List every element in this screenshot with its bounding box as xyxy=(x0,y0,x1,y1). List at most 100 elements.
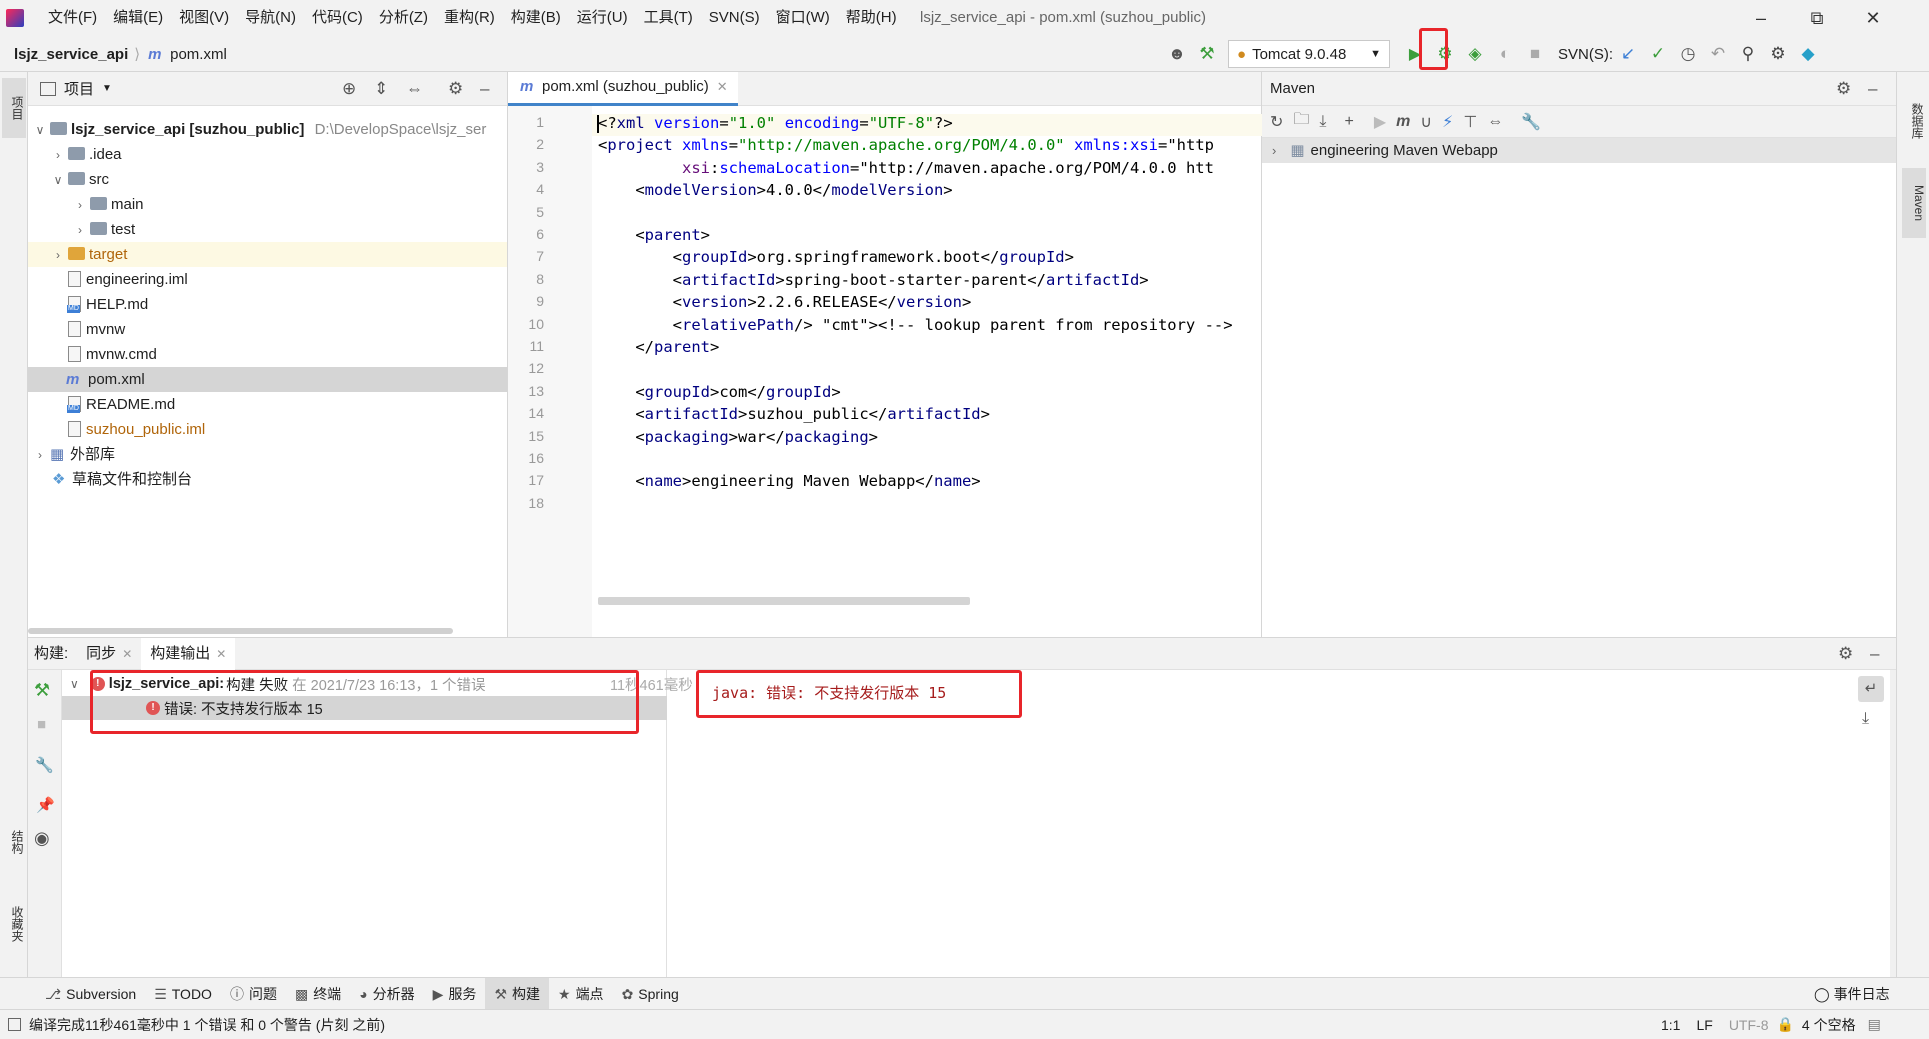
add-icon[interactable]: + xyxy=(1345,113,1354,131)
tree-item-src[interactable]: ∨ src xyxy=(28,167,507,192)
run-icon[interactable]: ▶ xyxy=(1374,112,1386,132)
structure-tool-tab[interactable]: 结构 xyxy=(2,822,26,862)
menu-item[interactable]: 编辑(E) xyxy=(105,0,171,36)
gear-icon[interactable]: ⚙ xyxy=(448,79,463,99)
rebuild-icon[interactable]: ⚒ xyxy=(34,680,50,701)
lock-icon[interactable]: 🔒 xyxy=(1776,1016,1793,1033)
run-button[interactable]: ▶ xyxy=(1400,39,1430,69)
tree-item-scratches[interactable]: ❖ 草稿文件和控制台 xyxy=(28,467,507,492)
chevron-right-icon[interactable]: › xyxy=(72,218,88,243)
tool-window-services[interactable]: ▶ 服务 xyxy=(424,978,486,1010)
revert-icon[interactable]: ↶ xyxy=(1703,39,1733,69)
search-icon[interactable]: ⚲ xyxy=(1733,39,1763,69)
tree-item-pom-xml[interactable]: m pom.xml xyxy=(28,367,507,392)
plugin-icon[interactable]: ◆ xyxy=(1793,39,1823,69)
pin-icon[interactable]: 📌 xyxy=(36,796,55,814)
chevron-right-icon[interactable]: › xyxy=(72,193,88,218)
menu-item[interactable]: 文件(F) xyxy=(40,0,105,36)
menu-item[interactable]: 视图(V) xyxy=(171,0,237,36)
tree-item-idea[interactable]: › .idea xyxy=(28,142,507,167)
tree-item-help-md[interactable]: HELP.md xyxy=(28,292,507,317)
wrench-icon[interactable]: 🔧 xyxy=(1521,112,1541,132)
restore-button[interactable]: ⧉ xyxy=(1789,0,1845,36)
build-hammer-icon[interactable]: ⚒ xyxy=(1192,39,1222,69)
debug-icon[interactable]: ⚙ xyxy=(1430,39,1460,69)
tree-item-root[interactable]: ∨ lsjz_service_api [suzhou_public] D:\Dev… xyxy=(28,117,507,142)
chevron-down-icon[interactable]: ▼ xyxy=(102,83,112,94)
chevron-down-icon[interactable]: ∨ xyxy=(50,168,66,193)
minimize-button[interactable]: – xyxy=(1733,0,1789,36)
menu-item[interactable]: 代码(C) xyxy=(304,0,371,36)
tree-item-external-libraries[interactable]: › ▦ 外部库 xyxy=(28,442,507,467)
tool-window-endpoints[interactable]: ★ 端点 xyxy=(549,978,613,1010)
toggle-offline-icon[interactable]: ∪ xyxy=(1420,112,1432,132)
menu-item[interactable]: 工具(T) xyxy=(636,0,701,36)
settings-icon[interactable]: ⚙ xyxy=(1763,39,1793,69)
close-icon[interactable]: ✕ xyxy=(717,70,728,104)
tool-window-problems[interactable]: ⓘ 问题 xyxy=(221,978,286,1010)
tool-window-profiler[interactable]: ◕ 分析器 xyxy=(350,978,423,1010)
chevron-right-icon[interactable]: › xyxy=(32,443,48,468)
close-window-button[interactable]: ✕ xyxy=(1845,0,1901,36)
project-panel-title[interactable]: 项目 xyxy=(64,78,94,99)
tree-item-readme-md[interactable]: README.md xyxy=(28,392,507,417)
profile-icon[interactable]: ◐ xyxy=(1490,39,1520,69)
menu-item[interactable]: 分析(Z) xyxy=(371,0,436,36)
maven-tool-tab[interactable]: Maven xyxy=(1902,168,1926,238)
tree-item-main[interactable]: › main xyxy=(28,192,507,217)
chevron-right-icon[interactable]: › xyxy=(1272,138,1276,163)
show-dependencies-icon[interactable]: ⊤ xyxy=(1463,112,1477,132)
eye-icon[interactable]: ◉ xyxy=(34,828,50,849)
memory-indicator-icon[interactable]: ▤ xyxy=(1868,1016,1881,1033)
line-separator[interactable]: LF xyxy=(1688,1017,1720,1033)
build-error-row[interactable]: ! 错误: 不支持发行版本 15 xyxy=(62,696,667,720)
tool-window-todo[interactable]: ☰ TODO xyxy=(145,978,221,1010)
add-folder-icon[interactable]: 🗀 xyxy=(1293,108,1309,135)
tree-item-suzhou-iml[interactable]: suzhou_public.iml xyxy=(28,417,507,442)
status-toggle-icon[interactable] xyxy=(8,1018,21,1031)
build-output[interactable]: java: 错误: 不支持发行版本 15 ↵ ⤓ xyxy=(668,670,1896,978)
horizontal-scrollbar[interactable] xyxy=(28,628,453,634)
tab-sync[interactable]: 同步 ✕ xyxy=(77,638,141,670)
coverage-icon[interactable]: ◈ xyxy=(1460,39,1490,69)
close-icon[interactable]: ✕ xyxy=(216,638,226,670)
tree-item-mvnw-cmd[interactable]: mvnw.cmd xyxy=(28,342,507,367)
code-area[interactable]: <?xml version="1.0" encoding="UTF-8"?> <p… xyxy=(508,106,1262,637)
breadcrumb-file[interactable]: pom.xml xyxy=(170,46,227,63)
svn-commit-icon[interactable]: ✓ xyxy=(1643,39,1673,69)
favorites-tool-tab[interactable]: 收藏夹 xyxy=(2,894,26,954)
menu-item[interactable]: 运行(U) xyxy=(569,0,636,36)
menu-item[interactable]: SVN(S) xyxy=(701,0,768,36)
menu-item[interactable]: 重构(R) xyxy=(436,0,503,36)
reload-icon[interactable]: ↻ xyxy=(1270,112,1283,132)
tool-window-terminal[interactable]: ▩ 终端 xyxy=(286,978,350,1010)
expand-all-icon[interactable]: ⇕ xyxy=(374,79,388,99)
locate-icon[interactable]: ⊕ xyxy=(342,79,356,99)
tree-item-target[interactable]: › target xyxy=(28,242,507,267)
status-message[interactable]: 编译完成11秒461毫秒中 1 个错误 和 0 个警告 (片刻 之前) xyxy=(29,1015,385,1035)
tab-pom-xml[interactable]: m pom.xml (suzhou_public) ✕ xyxy=(508,70,738,106)
vertical-scroll-track[interactable] xyxy=(1890,670,1896,978)
chevron-down-icon[interactable]: ∨ xyxy=(70,677,79,691)
skip-tests-icon[interactable]: ⚡ xyxy=(1442,112,1453,132)
run-config-select[interactable]: ● Tomcat 9.0.48 ▼ xyxy=(1228,40,1390,68)
tool-window-subversion[interactable]: ⎇ Subversion xyxy=(36,978,145,1010)
breadcrumb-project[interactable]: lsjz_service_api xyxy=(14,46,128,63)
tree-item-engineering-iml[interactable]: engineering.iml xyxy=(28,267,507,292)
history-icon[interactable]: ◷ xyxy=(1673,39,1703,69)
menu-item[interactable]: 构建(B) xyxy=(503,0,569,36)
menu-item[interactable]: 导航(N) xyxy=(237,0,304,36)
hide-panel-icon[interactable]: – xyxy=(1870,644,1879,664)
maven-goal-icon[interactable]: m xyxy=(1396,113,1410,131)
build-result-row[interactable]: ∨ ! lsjz_service_api: 构建 失败 在 2021/7/23 … xyxy=(62,672,693,696)
hide-panel-icon[interactable]: – xyxy=(1868,79,1877,99)
download-icon[interactable]: ⤓ xyxy=(1319,113,1326,131)
svn-update-icon[interactable]: ↙ xyxy=(1613,39,1643,69)
file-encoding[interactable]: UTF-8 xyxy=(1721,1017,1777,1033)
maven-project-row[interactable]: › ▦ engineering Maven Webapp xyxy=(1262,138,1896,163)
collapse-all-icon[interactable]: ⇔ xyxy=(1487,113,1503,131)
collapse-all-icon[interactable]: ⇔ xyxy=(406,79,423,99)
wrench-icon[interactable]: 🔧 xyxy=(35,756,54,774)
tree-item-mvnw[interactable]: mvnw xyxy=(28,317,507,342)
hide-panel-icon[interactable]: – xyxy=(480,79,489,99)
